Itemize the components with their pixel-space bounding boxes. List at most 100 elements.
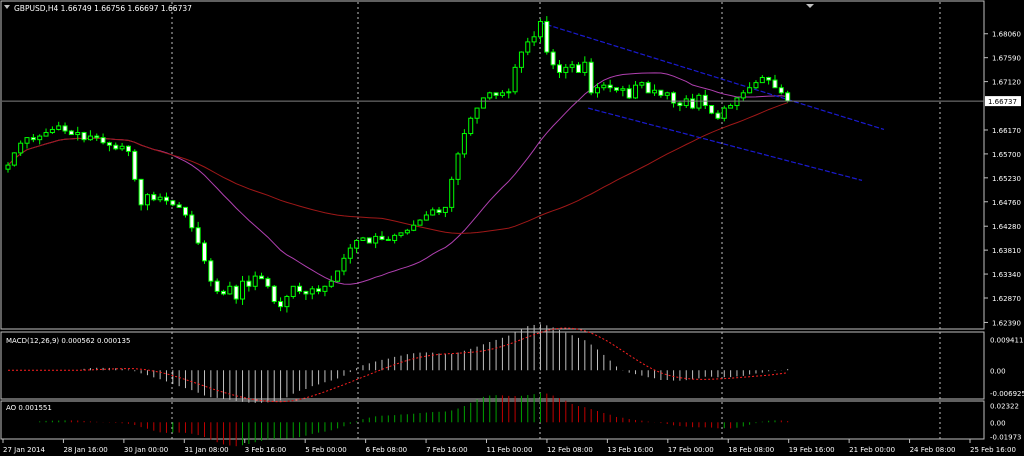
candle-body [176,204,182,208]
candle-body [645,82,651,94]
candle-body [759,77,765,84]
candle-body [227,285,233,295]
candle-body [49,128,55,134]
candle-body [259,275,265,280]
candle-body [208,260,214,282]
candle-body [690,98,696,109]
candle-body [379,235,385,240]
candle-body [563,66,569,73]
candle-body [68,130,74,136]
x-tick-label: 21 Feb 00:00 [849,446,895,454]
candle-body [531,36,537,43]
candle-body [747,87,753,94]
candle-body [556,64,562,73]
candle-body [499,92,505,96]
x-tick-label: 5 Feb 00:00 [305,446,346,454]
current-price-label: 1.66737 [988,98,1017,106]
candle-body [518,51,524,68]
candle-body [702,94,708,107]
candle-body [601,84,607,89]
candle-body [392,234,398,241]
x-tick-label: 19 Feb 16:00 [789,446,835,454]
x-tick-label: 27 Jan 2014 [3,446,46,454]
ao-y-label: -0.01973 [990,434,1021,442]
candle-body [290,285,296,297]
candle-body [696,94,702,109]
chart-canvas[interactable]: 1.66737 1.68060 1.67590 1.67120 1.66170 1.65… [0,0,1024,456]
candle-body [461,133,467,155]
candle-body [575,64,581,73]
candle-body [18,142,24,154]
candle-body [62,125,68,132]
candle-body [664,92,670,96]
candle-body [106,142,112,146]
candle-body [81,132,87,141]
candle-body [652,89,658,94]
macd-y-label: 0.00 [990,367,1006,375]
candle-body [195,227,201,244]
candle-body [455,153,461,180]
candle-body [493,92,499,96]
y-tick-label: 1.67590 [992,55,1021,63]
candle-body [37,135,43,141]
ma-slow-line [7,102,788,234]
candle-body [43,132,49,137]
candle-body [87,135,93,141]
candle-body [170,200,176,206]
y-tick-label: 1.64760 [992,199,1021,207]
candle-body [125,145,131,152]
candle-body [683,98,689,107]
channel-lower-line [587,107,863,181]
candle-body [119,145,125,150]
candle-body [398,232,404,236]
candle-body [474,107,480,119]
x-tick-label: 3 Feb 16:00 [245,446,286,454]
candle-body [404,229,410,234]
candle-body [430,209,436,216]
candle-body [246,280,252,287]
candle-body [525,41,531,53]
candle-body [721,107,727,119]
axis-labels: 1.68060 1.67590 1.67120 1.66170 1.65700 1.652… [2,31,1024,454]
candle-body [734,97,740,107]
candle-body [354,239,360,249]
main-pane-frame [0,0,985,330]
chart-menu-arrow-icon[interactable] [4,5,10,9]
y-tick-label: 1.66170 [992,127,1021,135]
candle-body [633,84,639,99]
candle-body [506,91,512,94]
x-tick-label: 24 Feb 08:00 [910,446,956,454]
candle-body [252,275,258,287]
candle-body [214,280,220,292]
candle-body [278,301,284,308]
chart-shift-marker-icon[interactable] [806,4,814,8]
candle-body [221,290,227,295]
y-tick-label: 1.63340 [992,271,1021,279]
candle-body [569,64,575,68]
candle-body [544,21,550,53]
x-tick-label: 6 Feb 08:00 [366,446,407,454]
candle-body [144,194,150,206]
candle-body [113,144,119,150]
candle-body [436,209,442,213]
x-tick-label: 17 Feb 00:00 [668,446,714,454]
trading-chart[interactable]: 1.66737 1.68060 1.67590 1.67120 1.66170 1.65… [0,0,1024,456]
candle-body [537,21,543,38]
ma-fast-line [7,72,788,285]
x-tick-label: 18 Feb 08:00 [728,446,774,454]
candle-body [677,102,683,107]
candle-body [360,237,366,241]
candle-body [595,87,600,94]
candle-body [157,196,163,201]
candle-body [163,196,169,202]
x-tick-label: 28 Jan 16:00 [63,446,107,454]
candle-body [284,295,290,308]
y-tick-label: 1.62390 [992,319,1021,327]
candle-body [94,135,100,139]
candles [5,16,791,313]
candle-body [772,79,778,89]
candle-body [240,280,246,300]
candle-body [385,238,391,241]
moving-averages [7,72,788,285]
x-tick-label: 30 Jan 00:00 [124,446,168,454]
